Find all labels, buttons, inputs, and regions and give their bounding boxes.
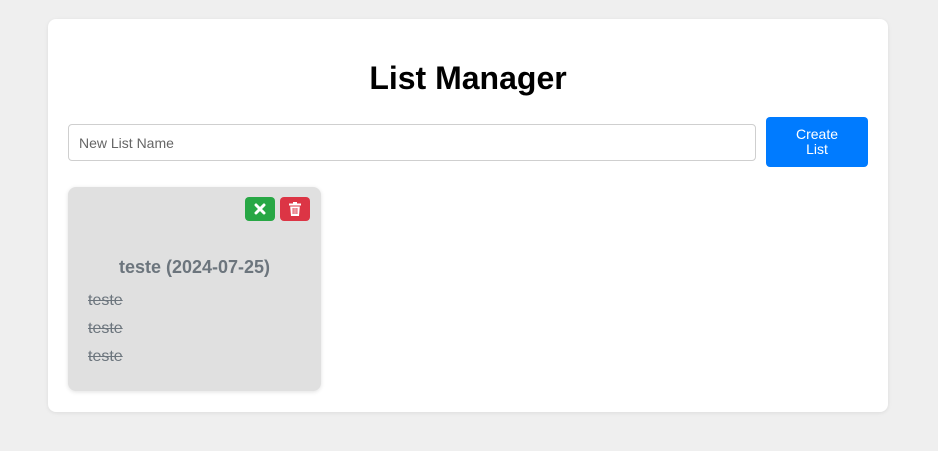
times-icon [254, 203, 266, 215]
toggle-complete-button[interactable] [245, 197, 275, 221]
delete-list-button[interactable] [280, 197, 310, 221]
create-list-label-line2: List [806, 141, 828, 157]
list-item[interactable]: teste [88, 292, 123, 310]
create-list-label-line1: Create [795, 126, 839, 142]
new-list-name-input[interactable] [68, 124, 756, 161]
list-manager-container: List Manager Create List teste (2024-07-… [48, 19, 888, 412]
trash-icon [289, 202, 301, 216]
create-list-button[interactable]: Create List [766, 117, 868, 167]
list-item[interactable]: teste [88, 320, 123, 338]
list-title: teste (2024-07-25) [118, 257, 271, 277]
list-card: teste (2024-07-25) teste teste teste [68, 187, 321, 391]
list-item[interactable]: teste [88, 348, 123, 366]
page-title: List Manager [369, 60, 567, 96]
